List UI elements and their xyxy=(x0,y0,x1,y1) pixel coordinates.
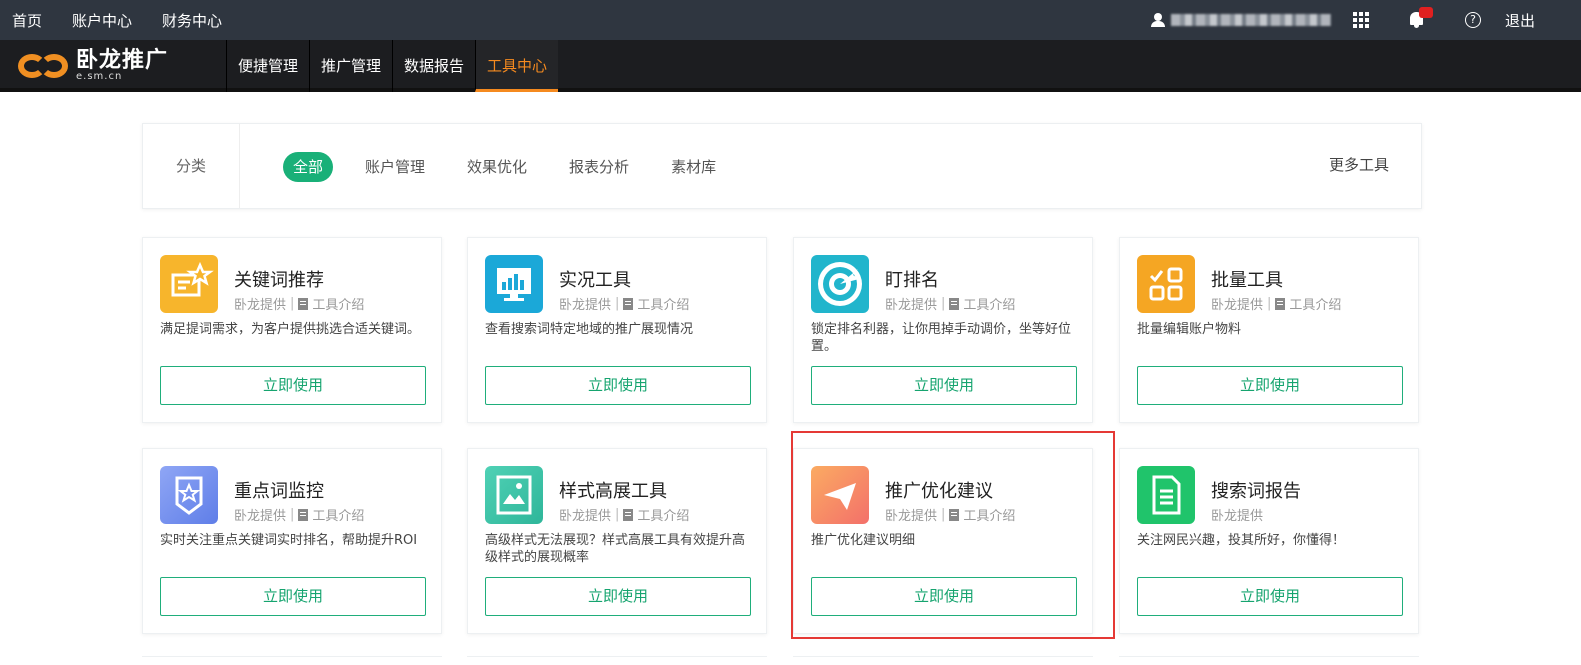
help-icon[interactable]: ? xyxy=(1464,12,1481,28)
card-provider: 卧龙提供 xyxy=(559,509,612,524)
logo-mark-icon xyxy=(18,51,74,81)
card-title: 推广优化建议 xyxy=(885,481,993,502)
card-intro-link[interactable]: 工具介绍 xyxy=(963,294,1015,313)
card-partial-next-row xyxy=(142,656,442,665)
tool-card-rank-watch: 盯排名 卧龙提供 | 工具介绍 锁定排名利器，让你甩掉手动调价，坐等好位置。 立即… xyxy=(793,237,1093,423)
card-provider: 卧龙提供 xyxy=(234,509,287,524)
tool-card-style-display: 样式高展工具 卧龙提供 | 工具介绍 高级样式无法展现？样式高展工具有效提升高级样… xyxy=(467,448,767,634)
category-effect-optimize[interactable]: 效果优化 xyxy=(457,152,537,182)
top-bar: 首页 账户中心 财务中心 ? 退出 xyxy=(0,0,1581,40)
card-title: 实况工具 xyxy=(559,270,631,291)
category-account-manage[interactable]: 账户管理 xyxy=(355,152,435,182)
use-now-button[interactable]: 立即使用 xyxy=(160,577,426,616)
doc-icon xyxy=(298,297,309,310)
keyword-star-icon xyxy=(160,255,218,313)
doc-icon xyxy=(1275,297,1286,310)
card-provider: 卧龙提供 xyxy=(234,298,287,313)
doc-icon xyxy=(298,508,309,521)
card-title: 样式高展工具 xyxy=(559,481,667,502)
use-now-button[interactable]: 立即使用 xyxy=(811,366,1077,405)
use-now-button[interactable]: 立即使用 xyxy=(160,366,426,405)
top-links: 首页 账户中心 财务中心 xyxy=(0,0,240,40)
image-frame-icon xyxy=(485,466,543,524)
card-title: 盯排名 xyxy=(885,270,939,291)
tool-card-live-tool: 实况工具 卧龙提供 | 工具介绍 查看搜索词特定地域的推广展现情况 立即使用 xyxy=(467,237,767,423)
star-badge-icon xyxy=(160,466,218,524)
top-link-home[interactable]: 首页 xyxy=(12,10,42,31)
notification-badge xyxy=(1418,7,1433,18)
card-partial-next-row xyxy=(467,656,767,665)
use-now-button[interactable]: 立即使用 xyxy=(1137,577,1403,616)
category-material-library[interactable]: 素材库 xyxy=(661,152,726,182)
top-link-account-center[interactable]: 账户中心 xyxy=(72,10,132,31)
nav-tabs: 便捷管理 推广管理 数据报告 工具中心 xyxy=(226,40,559,92)
category-label: 分类 xyxy=(143,124,240,208)
batch-grid-icon xyxy=(1137,255,1195,313)
card-intro-link[interactable]: 工具介绍 xyxy=(637,294,689,313)
doc-icon xyxy=(949,508,960,521)
card-provider: 卧龙提供 xyxy=(885,298,938,313)
card-intro-link[interactable]: 工具介绍 xyxy=(1289,294,1341,313)
card-description: 实时关注重点关键词实时排名，帮助提升ROI xyxy=(160,533,418,548)
card-title: 搜索词报告 xyxy=(1211,481,1301,502)
document-report-icon xyxy=(1137,466,1195,524)
use-now-button[interactable]: 立即使用 xyxy=(485,577,751,616)
category-list: 全部 账户管理 效果优化 报表分析 素材库 xyxy=(283,152,748,182)
logo-name: 卧龙推广 xyxy=(76,48,169,73)
user-icon[interactable] xyxy=(1150,13,1165,27)
category-all[interactable]: 全部 xyxy=(283,152,334,182)
card-intro-link[interactable]: 工具介绍 xyxy=(312,505,364,524)
card-provider: 卧龙提供 xyxy=(559,298,612,313)
card-provider: 卧龙提供 xyxy=(1211,298,1264,313)
card-intro-link[interactable]: 工具介绍 xyxy=(963,505,1015,524)
card-description: 查看搜索词特定地域的推广展现情况 xyxy=(485,322,694,337)
doc-icon xyxy=(623,508,634,521)
doc-icon xyxy=(949,297,960,310)
doc-icon xyxy=(623,297,634,310)
card-provider: 卧龙提供 xyxy=(1211,509,1264,524)
card-description: 批量编辑账户物料 xyxy=(1137,322,1242,337)
category-report-analysis[interactable]: 报表分析 xyxy=(559,152,639,182)
notification-bell[interactable] xyxy=(1401,0,1441,40)
nav-tab-tool-center[interactable]: 工具中心 xyxy=(475,40,559,92)
logo-domain: e.sm.cn xyxy=(76,71,123,82)
nav-tab-promotion-manage[interactable]: 推广管理 xyxy=(309,40,392,92)
nav-tab-quick-manage[interactable]: 便捷管理 xyxy=(226,40,309,92)
top-right-tools: ? 退出 xyxy=(1150,0,1581,40)
card-partial-next-row xyxy=(793,656,1093,665)
logout-link[interactable]: 退出 xyxy=(1505,10,1535,31)
tool-card-keyword-monitor: 重点词监控 卧龙提供 | 工具介绍 实时关注重点关键词实时排名，帮助提升ROI 立… xyxy=(142,448,442,634)
use-now-button[interactable]: 立即使用 xyxy=(811,577,1077,616)
card-description: 推广优化建议明细 xyxy=(811,533,916,548)
use-now-button[interactable]: 立即使用 xyxy=(485,366,751,405)
card-description: 关注网民兴趣，投其所好，你懂得！ xyxy=(1137,533,1346,548)
card-partial-next-row xyxy=(1119,656,1419,665)
tool-card-optimize-suggest: 推广优化建议 卧龙提供 | 工具介绍 推广优化建议明细 立即使用 xyxy=(793,448,1093,634)
card-title: 重点词监控 xyxy=(234,481,324,502)
nav-tab-data-report[interactable]: 数据报告 xyxy=(392,40,475,92)
card-description: 满足提词需求，为客户提供挑选合适关键词。 xyxy=(160,322,421,337)
more-tools-link[interactable]: 更多工具 xyxy=(1329,154,1389,175)
card-description: 锁定排名利器，让你甩掉手动调价，坐等好位置。 xyxy=(811,322,1072,354)
apps-grid-icon[interactable] xyxy=(1352,12,1369,28)
tool-card-search-term-report: 搜索词报告 卧龙提供 关注网民兴趣，投其所好，你懂得！ 立即使用 xyxy=(1119,448,1419,634)
top-link-finance-center[interactable]: 财务中心 xyxy=(162,10,222,31)
card-description: 高级样式无法展现？样式高展工具有效提升高级样式的展现概率 xyxy=(485,533,746,565)
use-now-button[interactable]: 立即使用 xyxy=(1137,366,1403,405)
monitor-chart-icon xyxy=(485,255,543,313)
card-intro-link[interactable]: 工具介绍 xyxy=(312,294,364,313)
card-intro-link[interactable]: 工具介绍 xyxy=(637,505,689,524)
brand-logo[interactable]: 卧龙推广 e.sm.cn xyxy=(18,48,168,84)
target-arrow-icon xyxy=(811,255,869,313)
username-redacted[interactable] xyxy=(1170,14,1331,26)
category-filter-bar: 分类 全部 账户管理 效果优化 报表分析 素材库 更多工具 xyxy=(142,123,1422,209)
paper-plane-icon xyxy=(811,466,869,524)
main-navbar: 卧龙推广 e.sm.cn 便捷管理 推广管理 数据报告 工具中心 xyxy=(0,40,1581,92)
card-provider: 卧龙提供 xyxy=(885,509,938,524)
tool-card-batch-tool: 批量工具 卧龙提供 | 工具介绍 批量编辑账户物料 立即使用 xyxy=(1119,237,1419,423)
tool-card-keyword-recommend: 关键词推荐 卧龙提供 | 工具介绍 满足提词需求，为客户提供挑选合适关键词。 立即… xyxy=(142,237,442,423)
card-title: 批量工具 xyxy=(1211,270,1283,291)
card-title: 关键词推荐 xyxy=(234,270,324,291)
